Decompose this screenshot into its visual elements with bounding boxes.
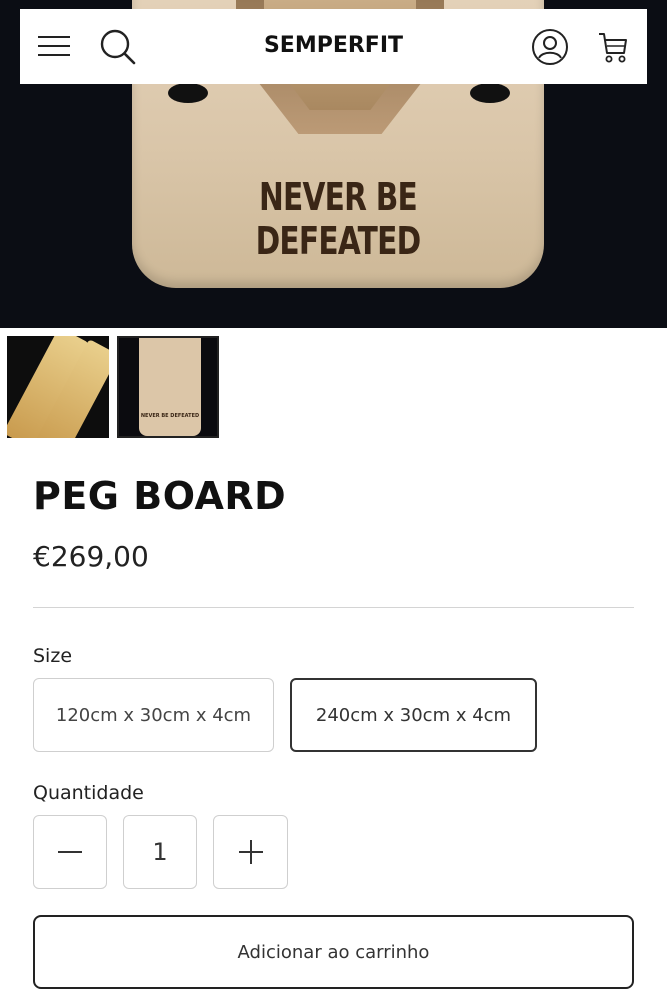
menu-icon[interactable] (38, 34, 70, 58)
plus-icon (238, 840, 263, 864)
thumbnail-1[interactable] (7, 336, 109, 438)
board-hole (168, 83, 208, 103)
minus-icon (58, 851, 82, 853)
account-icon[interactable] (530, 27, 570, 67)
quantity-decrease-button[interactable] (33, 815, 107, 889)
size-label: Size (33, 645, 73, 667)
search-icon[interactable] (98, 27, 138, 67)
thumbnail-board-text: NEVER BE DEFEATED (140, 413, 200, 419)
board-motto: NEVER BE DEFEATED (255, 175, 422, 263)
size-option-120cm[interactable]: 120cm x 30cm x 4cm (33, 678, 274, 752)
thumbnail-2[interactable]: NEVER BE DEFEATED (117, 336, 219, 438)
quantity-input[interactable]: 1 (123, 815, 197, 889)
size-option-240cm[interactable]: 240cm x 30cm x 4cm (290, 678, 537, 752)
divider (33, 607, 634, 608)
product-price: €269,00 (33, 540, 149, 573)
site-header: SEMPERFIT (20, 9, 647, 84)
quantity-label: Quantidade (33, 782, 144, 804)
quantity-increase-button[interactable] (213, 815, 288, 889)
mini-board-image (139, 338, 201, 436)
add-to-cart-button[interactable]: Adicionar ao carrinho (33, 915, 634, 989)
product-title: PEG BOARD (33, 474, 287, 518)
board-hole (470, 83, 510, 103)
cart-icon[interactable] (597, 29, 629, 65)
